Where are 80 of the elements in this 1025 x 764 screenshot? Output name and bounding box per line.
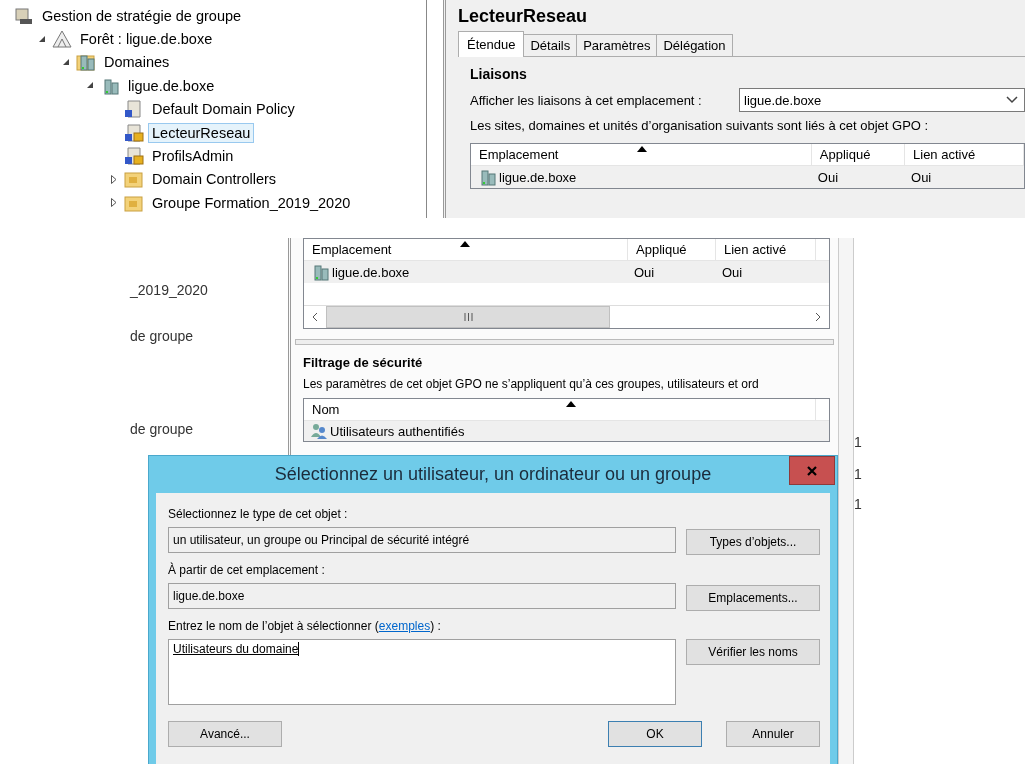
description-text: Les sites, domaines et unités d’organisation suivants sont liés à cet objet GPO : — [470, 118, 929, 133]
advanced-button[interactable]: Avancé... — [168, 721, 282, 747]
grip-icon — [463, 313, 473, 321]
scroll-right-icon[interactable] — [815, 312, 821, 322]
tree-item[interactable]: Forêt : ligue.de.boxe — [76, 29, 217, 50]
list-row[interactable]: ligue.de.boxe Oui Oui — [304, 261, 829, 283]
cell-text: ligue.de.boxe — [332, 264, 410, 280]
field-label: Sélectionnez le type de cet objet : — [168, 507, 349, 521]
cell-text: Oui — [911, 169, 932, 185]
tree-item[interactable]: LecteurReseau — [148, 122, 255, 143]
location-dropdown[interactable]: ligue.de.boxe — [739, 88, 1025, 112]
object-type-field: un utilisateur, un groupe ou Principal de sécurité intégré — [168, 527, 676, 553]
field-label: À partir de cet emplacement : — [168, 563, 326, 577]
field-label: Afficher les liaisons à cet emplacement : — [470, 92, 702, 108]
dialog-title: Sélectionnez un utilisateur, un ordinateur ou un groupe — [274, 464, 712, 485]
check-names-button[interactable]: Vérifier les noms — [686, 639, 820, 665]
sort-arrow-icon — [637, 146, 647, 152]
vertical-scrollbar[interactable] — [838, 238, 854, 764]
cell-text: Utilisateurs authentifiés — [330, 423, 465, 439]
close-icon — [807, 465, 817, 476]
examples-link[interactable]: exemples — [378, 619, 431, 633]
expanded-arrow-icon[interactable] — [62, 58, 70, 66]
cell-text: 1 — [854, 466, 862, 482]
column-header[interactable]: Appliqué — [811, 144, 905, 165]
ok-button[interactable]: OK — [608, 721, 702, 747]
cell-text: 1 — [854, 434, 862, 450]
collapsed-arrow-icon[interactable] — [111, 174, 117, 184]
folder-server-icon — [76, 53, 96, 72]
column-header[interactable]: Appliqué — [628, 239, 716, 260]
tree-item[interactable]: Domain Controllers — [148, 169, 281, 190]
locations-button[interactable]: Emplacements... — [686, 585, 820, 611]
section-title: Filtrage de sécurité — [303, 355, 424, 370]
tree-item[interactable]: de groupe — [130, 328, 194, 344]
description-text: Les paramètres de cet objet GPO ne s’appliquent qu’à ces groupes, utilisateurs et ord — [303, 377, 760, 391]
location-field: ligue.de.boxe — [168, 583, 676, 609]
scroll-left-icon[interactable] — [312, 312, 318, 322]
document-lock-icon — [124, 123, 144, 142]
column-header[interactable]: Emplacement — [471, 144, 812, 165]
folder-icon — [124, 170, 144, 189]
console-icon — [14, 6, 34, 25]
object-types-button[interactable]: Types d’objets... — [686, 529, 820, 555]
gpo-title: LecteurReseau — [458, 6, 589, 27]
field-label: Entrez le nom de l’objet à sélectionner (exemples) : — [168, 619, 442, 633]
horizontal-scrollbar[interactable] — [304, 305, 829, 328]
cell-text: Oui — [817, 169, 839, 185]
tree-item[interactable]: ligue.de.boxe — [124, 75, 219, 96]
tab[interactable]: Étendue — [458, 31, 525, 57]
triangle-icon — [52, 30, 72, 49]
document-lock-icon — [124, 147, 144, 166]
section-title: Liaisons — [470, 66, 528, 82]
column-header[interactable]: Emplacement — [304, 239, 628, 260]
cell-text: 1 — [854, 496, 862, 512]
column-header[interactable]: Lien activé — [716, 239, 816, 260]
tree-item[interactable]: ProfilsAdmin — [148, 146, 238, 167]
sort-arrow-icon — [566, 401, 576, 407]
collapsed-arrow-icon[interactable] — [111, 198, 117, 208]
cell-text: ligue.de.boxe — [499, 169, 577, 185]
column-header[interactable]: Lien activé — [905, 144, 1024, 165]
cell-text: Oui — [634, 264, 655, 280]
cell-text: Oui — [722, 264, 743, 280]
users-icon — [310, 423, 328, 439]
sort-arrow-icon — [460, 241, 470, 247]
cancel-button[interactable]: Annuler — [726, 721, 820, 747]
tree-item[interactable]: de groupe — [130, 421, 194, 437]
list-row[interactable]: ligue.de.boxe Oui Oui — [471, 166, 1024, 188]
object-name-input[interactable]: Utilisateurs du domaine — [168, 639, 676, 705]
chevron-down-icon — [1006, 96, 1018, 104]
column-header[interactable]: Nom — [304, 399, 816, 420]
tree-item[interactable]: Default Domain Policy — [148, 99, 299, 120]
expanded-arrow-icon[interactable] — [86, 82, 94, 90]
tree-item[interactable]: Domaines — [100, 52, 174, 73]
tree-item[interactable]: _2019_2020 — [130, 282, 208, 298]
tree-item[interactable]: Groupe Formation_2019_2020 — [148, 192, 355, 213]
close-button[interactable] — [789, 456, 835, 485]
document-icon — [124, 100, 144, 119]
expanded-arrow-icon[interactable] — [38, 35, 46, 43]
list-row[interactable]: Utilisateurs authentifiés — [304, 421, 829, 441]
folder-icon — [124, 193, 144, 212]
tab[interactable]: Délégation — [656, 34, 733, 56]
tree-item[interactable]: Gestion de stratégie de groupe — [38, 5, 246, 26]
